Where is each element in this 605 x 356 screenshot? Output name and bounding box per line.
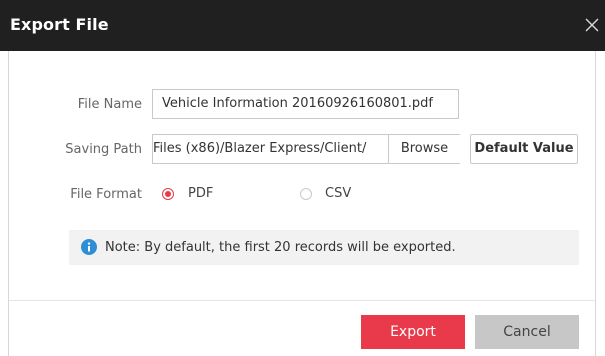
- note-text: Note: By default, the first 20 records w…: [105, 240, 456, 255]
- cancel-button[interactable]: Cancel: [475, 315, 579, 349]
- export-button[interactable]: Export: [361, 315, 465, 349]
- file-name-label: File Name: [77, 97, 142, 112]
- footer-divider: [9, 300, 595, 301]
- pdf-radio-label[interactable]: PDF: [188, 186, 213, 201]
- dialog-title: Export File: [10, 15, 109, 34]
- saving-path-label: Saving Path: [65, 142, 142, 157]
- dialog-titlebar: Export File: [0, 0, 605, 51]
- export-file-dialog: Export File File Name Vehicle Informatio…: [0, 0, 605, 356]
- csv-radio[interactable]: [300, 188, 312, 200]
- default-value-button[interactable]: Default Value: [470, 134, 578, 164]
- note-box: Note: By default, the first 20 records w…: [69, 230, 579, 265]
- info-icon: [81, 239, 97, 255]
- file-name-input[interactable]: Vehicle Information 20160926160801.pdf: [152, 89, 459, 119]
- pdf-radio[interactable]: [162, 188, 174, 200]
- saving-path-value: Files (x86)/Blazer Express/Client/: [153, 141, 367, 156]
- file-format-label: File Format: [70, 187, 142, 202]
- csv-radio-label[interactable]: CSV: [325, 186, 351, 201]
- browse-button[interactable]: Browse: [388, 135, 460, 163]
- close-icon: [585, 18, 599, 32]
- close-button[interactable]: [581, 14, 603, 36]
